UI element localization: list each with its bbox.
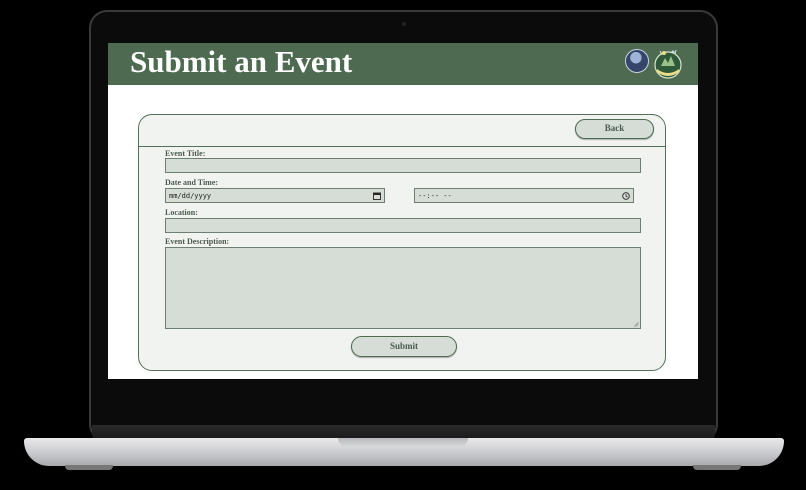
time-placeholder: --:-- -- bbox=[418, 192, 452, 200]
event-description-label: Event Description: bbox=[165, 237, 230, 246]
avatar[interactable] bbox=[625, 49, 649, 73]
event-description-textarea[interactable] bbox=[165, 247, 641, 329]
laptop-hinge bbox=[92, 425, 715, 439]
event-title-label: Event Title: bbox=[165, 149, 206, 158]
submit-button[interactable]: Submit bbox=[351, 336, 457, 357]
clock-icon[interactable] bbox=[622, 192, 630, 200]
event-form-card: Back Event Title: Date and Time: mm/dd/y… bbox=[138, 114, 666, 371]
location-input[interactable] bbox=[165, 218, 641, 233]
laptop-foot-right bbox=[693, 465, 741, 470]
screen: Submit an Event Back Event Title: Date a… bbox=[108, 43, 698, 379]
logo-icon[interactable] bbox=[651, 47, 685, 81]
page-header: Submit an Event bbox=[108, 43, 698, 85]
laptop-notch bbox=[338, 438, 468, 447]
back-button[interactable]: Back bbox=[575, 119, 654, 139]
date-time-label: Date and Time: bbox=[165, 178, 219, 187]
location-label: Location: bbox=[165, 208, 198, 217]
event-title-input[interactable] bbox=[165, 158, 641, 173]
date-input[interactable]: mm/dd/yyyy bbox=[165, 188, 385, 203]
laptop-foot-left bbox=[65, 465, 113, 470]
time-input[interactable]: --:-- -- bbox=[414, 188, 634, 203]
calendar-icon[interactable] bbox=[373, 192, 381, 200]
resize-grip-icon[interactable] bbox=[633, 321, 639, 327]
page-title: Submit an Event bbox=[130, 44, 353, 79]
date-placeholder: mm/dd/yyyy bbox=[169, 192, 212, 200]
camera-icon bbox=[402, 22, 406, 26]
